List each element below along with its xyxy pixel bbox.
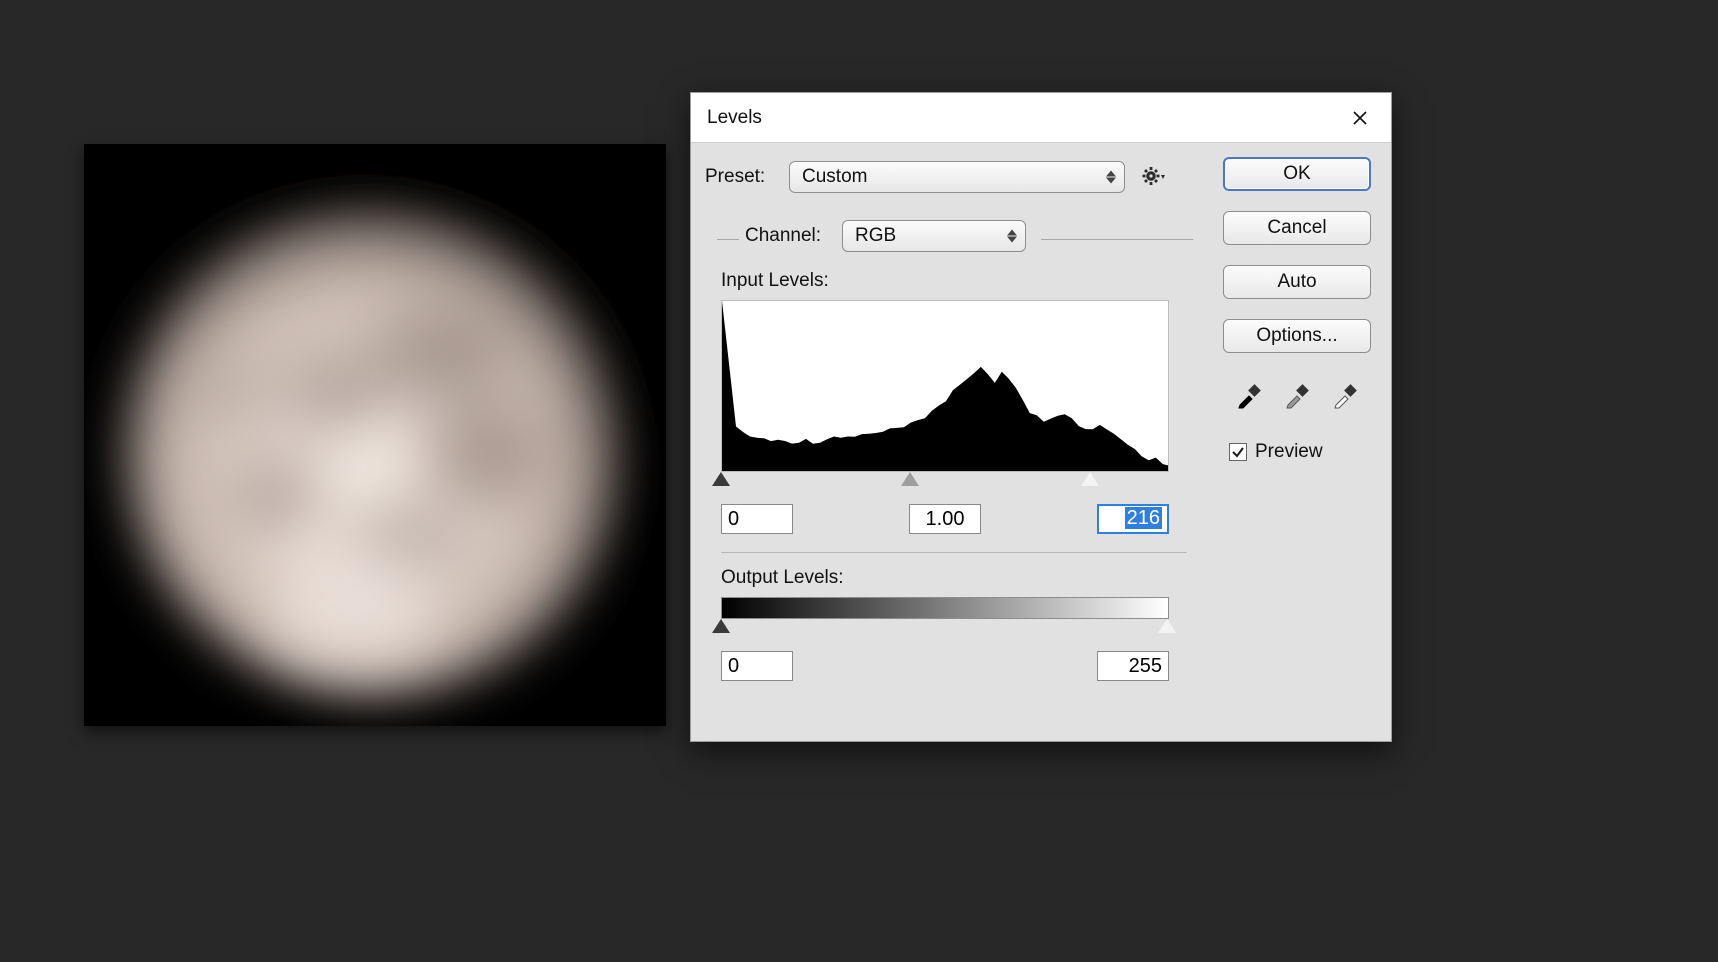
output-white-field[interactable] bbox=[1097, 651, 1169, 681]
dialog-title: Levels bbox=[707, 107, 762, 129]
preset-select[interactable]: Custom bbox=[789, 161, 1125, 193]
group-divider bbox=[705, 236, 1203, 242]
preview-checkbox[interactable] bbox=[1229, 443, 1247, 461]
options-button[interactable]: Options... bbox=[1223, 319, 1371, 353]
preset-value: Custom bbox=[802, 166, 867, 188]
stepper-icon bbox=[1106, 171, 1116, 184]
output-sliders-track[interactable] bbox=[721, 619, 1169, 637]
input-mid-field[interactable] bbox=[909, 504, 981, 534]
eyedropper-icon bbox=[1284, 383, 1310, 409]
levels-dialog: Levels Preset: Custom bbox=[690, 92, 1392, 742]
input-levels-label: Input Levels: bbox=[721, 270, 1203, 292]
input-white-slider[interactable] bbox=[1081, 472, 1099, 486]
output-white-slider[interactable] bbox=[1158, 619, 1176, 633]
output-levels-label: Output Levels: bbox=[721, 567, 1203, 589]
auto-button[interactable]: Auto bbox=[1223, 265, 1371, 299]
close-icon bbox=[1352, 110, 1368, 126]
preset-menu-button[interactable] bbox=[1139, 162, 1169, 192]
output-gradient bbox=[721, 597, 1169, 619]
cancel-button[interactable]: Cancel bbox=[1223, 211, 1371, 245]
gear-icon bbox=[1142, 166, 1166, 188]
input-black-field[interactable] bbox=[721, 504, 793, 534]
close-button[interactable] bbox=[1343, 101, 1377, 135]
image-preview bbox=[84, 144, 666, 726]
dialog-titlebar[interactable]: Levels bbox=[691, 93, 1391, 143]
ok-button[interactable]: OK bbox=[1223, 157, 1371, 191]
input-white-field[interactable]: 216 bbox=[1097, 504, 1169, 534]
input-black-slider[interactable] bbox=[712, 472, 730, 486]
preview-label: Preview bbox=[1255, 441, 1323, 463]
eyedropper-icon bbox=[1236, 383, 1262, 409]
white-point-eyedropper[interactable] bbox=[1330, 381, 1360, 411]
output-black-field[interactable] bbox=[721, 651, 793, 681]
output-black-slider[interactable] bbox=[712, 619, 730, 633]
input-mid-slider[interactable] bbox=[901, 472, 919, 486]
black-point-eyedropper[interactable] bbox=[1234, 381, 1264, 411]
preset-label: Preset: bbox=[705, 166, 775, 188]
check-icon bbox=[1231, 445, 1245, 459]
section-divider bbox=[721, 552, 1187, 553]
input-sliders-track[interactable] bbox=[721, 472, 1169, 490]
histogram bbox=[721, 300, 1169, 472]
gray-point-eyedropper[interactable] bbox=[1282, 381, 1312, 411]
eyedropper-icon bbox=[1332, 383, 1358, 409]
